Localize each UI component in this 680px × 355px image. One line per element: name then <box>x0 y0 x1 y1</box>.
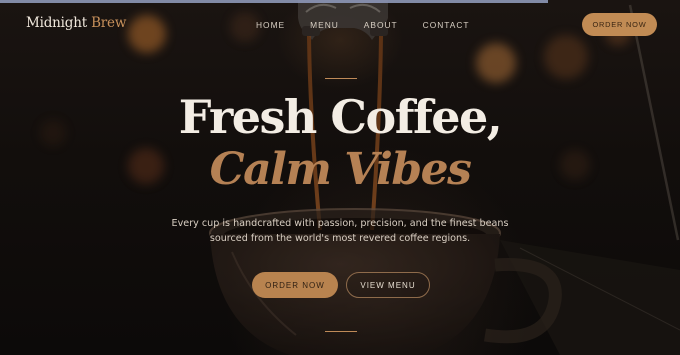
hero-subtitle: Calm Vibes <box>209 144 472 195</box>
divider-bottom <box>325 331 357 332</box>
nav-home[interactable]: HOME <box>256 20 285 30</box>
brand-accent: Brew <box>91 15 127 31</box>
hero-title: Fresh Coffee, <box>178 90 503 144</box>
order-now-button[interactable]: ORDER NOW <box>252 272 338 298</box>
nav-contact[interactable]: CONTACT <box>423 20 470 30</box>
view-menu-button[interactable]: VIEW MENU <box>346 272 430 298</box>
nav-menu[interactable]: MENU <box>310 20 339 30</box>
browser-progress-bar <box>0 0 548 3</box>
hero-section: Midnight Brew HOME MENU ABOUT CONTACT OR… <box>0 0 680 355</box>
hero-description-line: sourced from the world's most revered co… <box>209 232 471 244</box>
brand-name: Midnight <box>26 15 87 31</box>
brand-logo[interactable]: Midnight Brew <box>26 15 126 31</box>
main-nav: HOME MENU ABOUT CONTACT <box>256 20 470 30</box>
order-now-nav-button[interactable]: ORDER NOW <box>582 13 657 36</box>
hero-description: Every cup is handcrafted with passion, p… <box>160 217 520 247</box>
hero-description-line: Every cup is handcrafted with passion, p… <box>171 218 509 229</box>
divider-top <box>325 78 357 79</box>
nav-about[interactable]: ABOUT <box>364 20 398 30</box>
